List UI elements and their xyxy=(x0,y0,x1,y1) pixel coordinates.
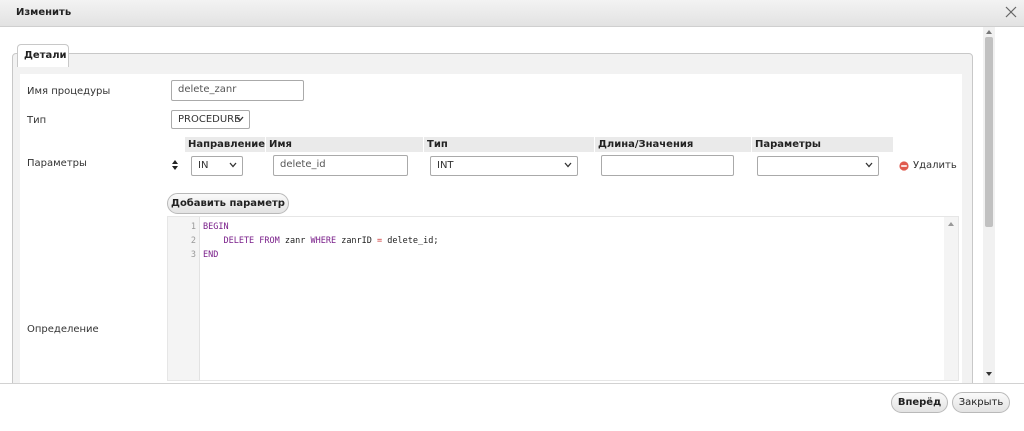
param-name-input[interactable]: delete_id xyxy=(273,155,408,176)
code-text: zanr xyxy=(279,236,311,246)
param-options-select[interactable] xyxy=(757,156,879,176)
code-line: DELETE FROM zanr WHERE zanrID = delete_i… xyxy=(203,236,438,246)
scrollbar-thumb[interactable] xyxy=(985,37,993,227)
line-number: 3 xyxy=(190,250,196,260)
edit-dialog: Изменить Детали Имя процедуры delete_zan… xyxy=(0,0,1024,431)
line-number: 2 xyxy=(190,236,196,246)
code-line: END xyxy=(203,250,218,260)
forward-button[interactable]: Вперёд xyxy=(891,392,948,413)
drag-handle-icon[interactable] xyxy=(171,160,179,170)
procedure-name-label: Имя процедуры xyxy=(27,86,111,97)
procedure-name-input[interactable]: delete_zanr xyxy=(171,80,304,101)
scroll-up-icon[interactable] xyxy=(985,29,993,35)
chevron-down-icon xyxy=(236,116,244,122)
dialog-content: Детали Имя процедуры delete_zanr Тип PRO… xyxy=(0,27,1024,383)
scroll-down-icon[interactable] xyxy=(985,371,993,377)
tab-details[interactable]: Детали xyxy=(17,44,69,67)
col-header-type: Тип xyxy=(424,137,594,152)
remove-param-label: Удалить xyxy=(913,160,957,171)
params-label: Параметры xyxy=(27,158,87,169)
code-keyword: WHERE xyxy=(310,236,337,246)
col-header-name: Имя xyxy=(266,137,423,152)
col-header-length: Длина/Значения xyxy=(595,137,751,152)
param-direction-value: IN xyxy=(198,160,209,171)
remove-icon xyxy=(899,161,909,171)
type-select[interactable]: PROCEDURE xyxy=(171,110,250,129)
scroll-up-icon[interactable] xyxy=(947,221,955,227)
code-keyword: END xyxy=(203,250,219,260)
type-select-value: PROCEDURE xyxy=(178,114,241,125)
line-number: 1 xyxy=(190,222,196,232)
add-parameter-button[interactable]: Добавить параметр xyxy=(167,193,289,214)
type-label: Тип xyxy=(27,115,47,126)
col-header-direction: Направление xyxy=(185,137,265,152)
code-text: zanrID xyxy=(336,236,378,246)
dialog-title: Изменить xyxy=(16,7,72,18)
code-line: BEGIN xyxy=(203,222,229,232)
chevron-down-icon xyxy=(229,162,237,168)
close-icon[interactable] xyxy=(1003,4,1019,20)
dialog-scrollbar[interactable] xyxy=(983,27,995,383)
code-text: delete_id; xyxy=(382,236,439,246)
code-keyword: BEGIN xyxy=(203,222,229,232)
param-direction-select[interactable]: IN xyxy=(191,156,243,176)
param-type-value: INT xyxy=(437,160,454,171)
dialog-footer: Вперёд Закрыть xyxy=(0,383,1024,431)
code-keyword: DELETE FROM xyxy=(203,236,280,246)
code-editor[interactable]: 1 2 3 BEGIN DELETE FROM zanr WHERE zanrI… xyxy=(167,216,959,381)
param-length-input[interactable] xyxy=(601,155,734,176)
editor-scrollbar[interactable] xyxy=(944,217,958,380)
definition-label: Определение xyxy=(27,324,99,335)
chevron-down-icon xyxy=(865,162,873,168)
chevron-down-icon xyxy=(564,162,572,168)
close-button[interactable]: Закрыть xyxy=(952,392,1010,413)
param-type-select[interactable]: INT xyxy=(430,156,578,176)
col-header-options: Параметры xyxy=(752,137,893,152)
dialog-titlebar: Изменить xyxy=(0,0,1024,27)
